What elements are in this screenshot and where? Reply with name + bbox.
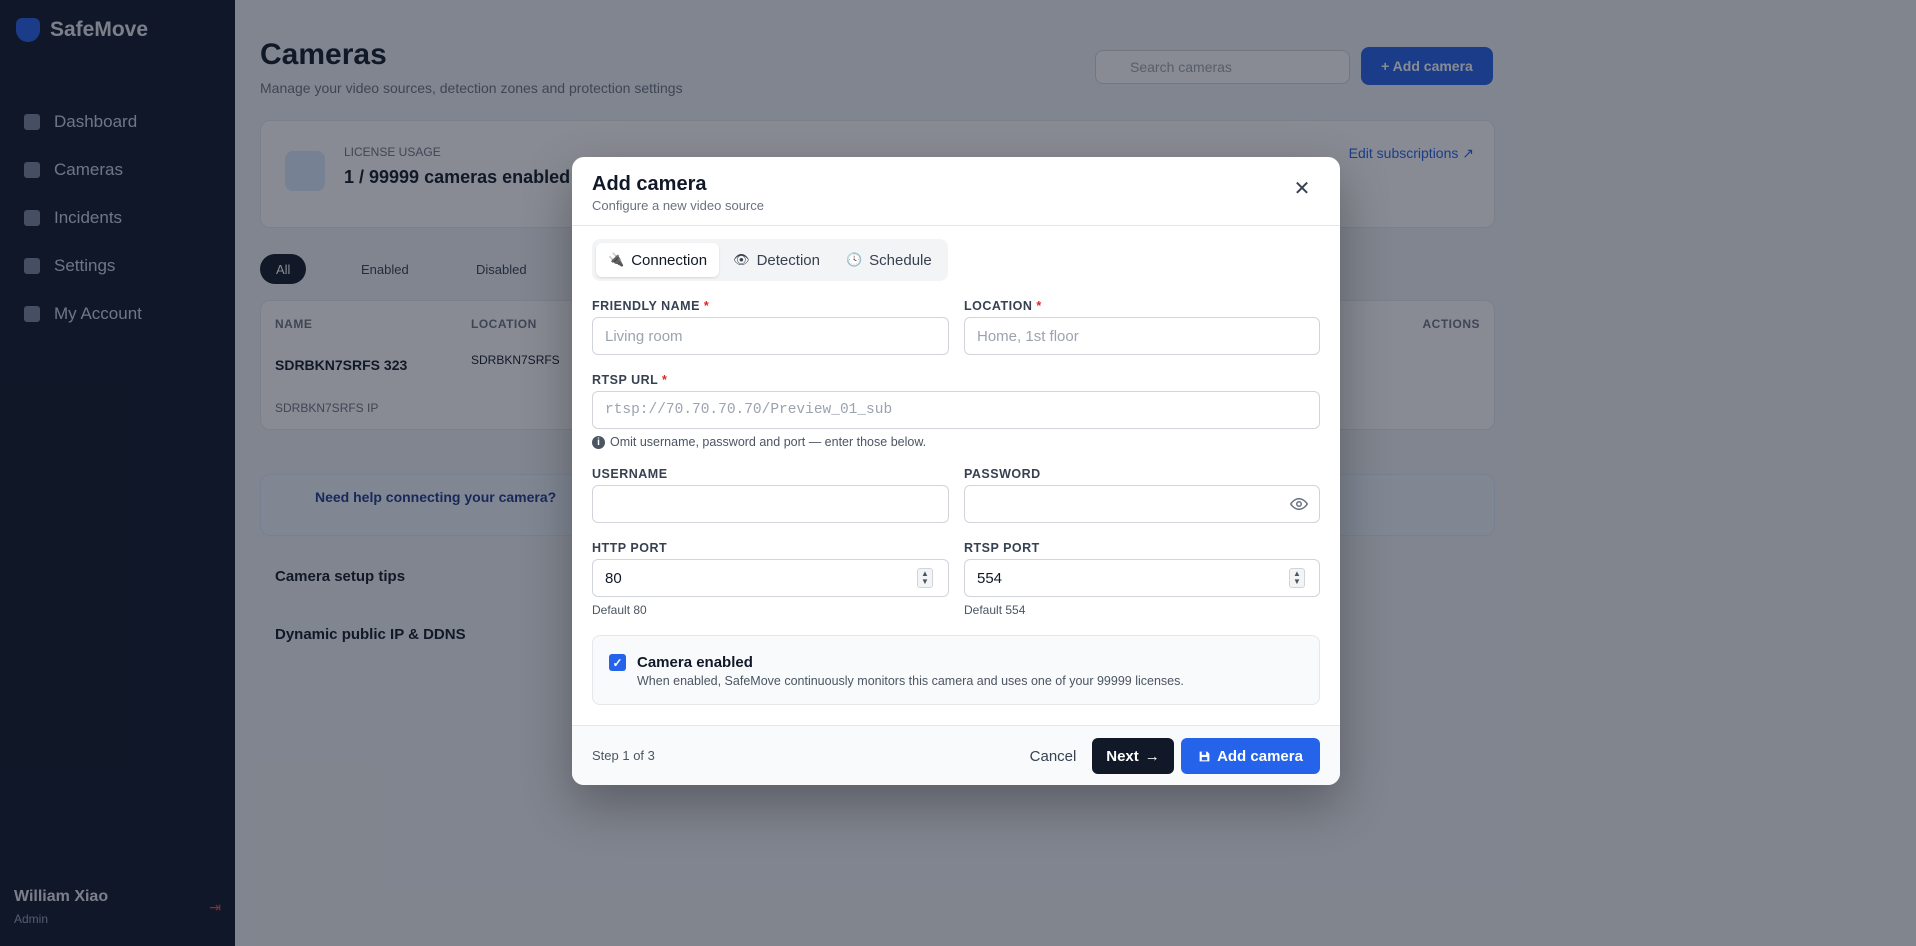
rtsp-url-hint: i Omit username, password and port — ent… bbox=[592, 435, 926, 449]
rtsp-url-input[interactable] bbox=[592, 391, 1320, 429]
username-input[interactable] bbox=[592, 485, 949, 523]
dialog-header: Add camera Configure a new video source … bbox=[572, 157, 1340, 226]
add-camera-button[interactable]: Add camera bbox=[1181, 738, 1320, 774]
tab-label: Schedule bbox=[869, 251, 932, 269]
friendly-name-label: FRIENDLY NAME * bbox=[592, 299, 709, 313]
tab-label: Detection bbox=[756, 251, 820, 269]
arrow-right-icon: → bbox=[1144, 747, 1160, 765]
rtsp-port-input[interactable] bbox=[964, 559, 1320, 597]
save-icon bbox=[1199, 751, 1210, 761]
http-port-stepper[interactable]: ▲ ▼ bbox=[917, 568, 933, 588]
http-port-hint: Default 80 bbox=[592, 603, 647, 617]
tab-schedule[interactable]: 🕓 Schedule bbox=[834, 243, 944, 277]
clock-icon: 🕓 bbox=[845, 252, 863, 267]
location-label-text: LOCATION bbox=[964, 299, 1033, 313]
friendly-name-input[interactable] bbox=[592, 317, 949, 355]
rtsp-port-stepper[interactable]: ▲ ▼ bbox=[1289, 568, 1305, 588]
location-input[interactable] bbox=[964, 317, 1320, 355]
required-marker: * bbox=[662, 373, 668, 387]
rtsp-port-label: RTSP PORT bbox=[964, 541, 1040, 555]
plug-icon: 🔌 bbox=[608, 252, 625, 267]
friendly-name-label-text: FRIENDLY NAME bbox=[592, 299, 700, 313]
add-camera-dialog: Add camera Configure a new video source … bbox=[572, 157, 1340, 785]
eye-icon: 👁 bbox=[733, 252, 750, 267]
tab-connection[interactable]: 🔌 Connection bbox=[596, 243, 720, 277]
eye-icon[interactable] bbox=[1290, 495, 1308, 513]
rtsp-url-hint-text: Omit username, password and port — enter… bbox=[610, 435, 927, 449]
http-port-label: HTTP PORT bbox=[592, 541, 668, 555]
info-icon: i bbox=[592, 435, 605, 449]
cancel-button[interactable]: Cancel bbox=[1020, 738, 1086, 774]
dialog-title: Add camera bbox=[592, 173, 707, 195]
required-marker: * bbox=[1036, 299, 1042, 313]
password-label: PASSWORD bbox=[964, 467, 1041, 481]
camera-enabled-panel: ✓ Camera enabled When enabled, SafeMove … bbox=[592, 635, 1320, 705]
username-label: USERNAME bbox=[592, 467, 668, 481]
close-icon[interactable]: ✕ bbox=[1290, 177, 1314, 201]
http-port-input[interactable] bbox=[592, 559, 949, 597]
dialog-footer: Step 1 of 3 Cancel Next → Add camera bbox=[572, 725, 1340, 785]
rtsp-url-label: RTSP URL * bbox=[592, 373, 667, 387]
tab-detection[interactable]: 👁 Detection bbox=[721, 243, 832, 277]
tab-label: Connection bbox=[631, 251, 708, 269]
camera-enabled-description: When enabled, SafeMove continuously moni… bbox=[637, 674, 1184, 688]
rtsp-port-hint: Default 554 bbox=[964, 603, 1026, 617]
camera-enabled-checkbox[interactable]: ✓ bbox=[609, 654, 626, 671]
next-button-label: Next bbox=[1106, 747, 1139, 765]
step-indicator: Step 1 of 3 bbox=[592, 748, 655, 763]
camera-enabled-title: Camera enabled bbox=[637, 654, 753, 671]
add-camera-button-label: Add camera bbox=[1217, 747, 1303, 765]
required-marker: * bbox=[703, 299, 710, 313]
rtsp-url-label-text: RTSP URL bbox=[592, 373, 659, 387]
dialog-subtitle: Configure a new video source bbox=[592, 198, 764, 213]
next-button[interactable]: Next → bbox=[1092, 738, 1174, 774]
dialog-tabs: 🔌 Connection 👁 Detection 🕓 Schedule bbox=[592, 239, 948, 281]
location-label: LOCATION * bbox=[964, 299, 1042, 313]
password-input[interactable] bbox=[964, 485, 1320, 523]
